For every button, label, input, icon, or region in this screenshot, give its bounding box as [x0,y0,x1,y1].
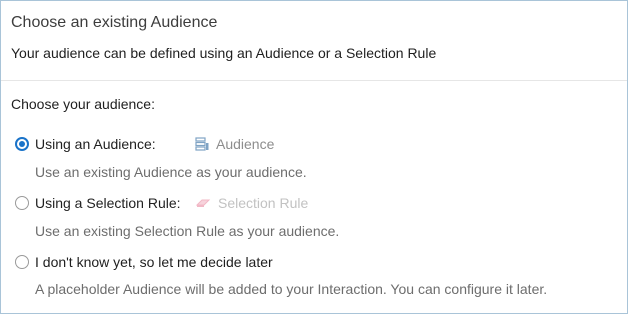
audience-picker[interactable]: Audience [195,134,274,154]
audience-picker-label[interactable]: Audience [216,136,274,152]
option-decide-later[interactable]: I don't know yet, so let me decide later [15,252,273,272]
panel-subtitle: Your audience can be defined using an Au… [11,45,437,61]
option-label-using-audience[interactable]: Using an Audience: [35,136,156,152]
option-using-audience[interactable]: Using an Audience: [15,134,156,154]
radio-using-selection-rule[interactable] [15,196,29,210]
eraser-rule-icon [195,197,211,209]
radio-using-audience[interactable] [15,137,29,151]
audience-list-icon [195,137,209,151]
choose-audience-label: Choose your audience: [11,96,155,112]
option-desc-decide-later: A placeholder Audience will be added to … [35,281,548,297]
choose-audience-panel: Choose an existing Audience Your audienc… [0,0,628,314]
option-desc-using-selection-rule: Use an existing Selection Rule as your a… [35,223,340,239]
selection-rule-picker[interactable]: Selection Rule [195,193,308,213]
option-label-using-selection-rule[interactable]: Using a Selection Rule: [35,195,181,211]
radio-decide-later[interactable] [15,255,29,269]
selection-rule-picker-label[interactable]: Selection Rule [218,195,308,211]
panel-header: Choose an existing Audience Your audienc… [1,1,627,81]
option-using-selection-rule[interactable]: Using a Selection Rule: [15,193,181,213]
panel-title: Choose an existing Audience [11,14,218,31]
option-desc-using-audience: Use an existing Audience as your audienc… [35,164,307,180]
option-label-decide-later[interactable]: I don't know yet, so let me decide later [35,254,273,270]
